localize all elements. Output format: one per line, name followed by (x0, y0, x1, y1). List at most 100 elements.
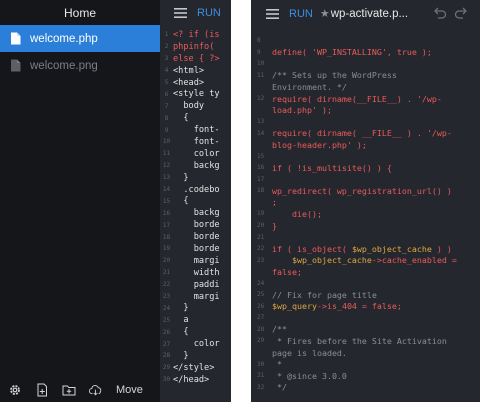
code-token: // Fix for page title (272, 289, 377, 300)
code-line: 30 </head> (160, 374, 231, 386)
code-text: </head> (173, 374, 210, 385)
code-text: color (173, 148, 220, 159)
file-name: welcome.php (30, 32, 98, 45)
line-number: 18 (162, 233, 171, 241)
code-token: Environment. */ (272, 81, 347, 92)
editor-toolbar: RUN (160, 0, 231, 25)
new-file-icon[interactable] (35, 383, 49, 397)
line-number: 1 (164, 31, 169, 39)
line-number: 15 (257, 152, 265, 160)
run-button[interactable]: RUN (289, 8, 313, 20)
hamburger-menu-icon[interactable] (266, 8, 279, 19)
line-number: 31 (257, 372, 265, 380)
line-number: 23 (162, 293, 171, 301)
line-number: 3 (164, 55, 169, 63)
code-line: 4 <html> (160, 65, 231, 77)
code-line: 3 else { ?> (160, 53, 231, 65)
code-text: a (173, 315, 189, 326)
code-line: blog-header.php' ); (251, 139, 480, 151)
line-number: 24 (162, 304, 171, 312)
code-token: ); (351, 139, 367, 150)
code-token: die(); (272, 208, 322, 219)
code-token: , true ); (386, 47, 432, 58)
code-line: 21 width (160, 267, 231, 279)
code-token: false; (272, 266, 302, 277)
code-token: * (272, 359, 282, 370)
drawer-header: Home (0, 0, 160, 25)
document-title: wp-activate.p... (330, 7, 409, 20)
line-number: 16 (257, 164, 265, 172)
code-line: 14 require( dirname( __FILE__ ) . '/wp- (251, 127, 480, 139)
code-token: page is loaded. (272, 347, 347, 358)
line-number: 21 (162, 269, 171, 277)
code-text: phpinfo( (173, 41, 215, 52)
code-line: 23 $wp_object_cache ->cache_enabled = (251, 254, 480, 266)
code-line: 15 (251, 150, 480, 162)
undo-icon[interactable] (432, 6, 447, 20)
code-line: 32 */ (251, 381, 480, 393)
line-number: 19 (162, 245, 171, 253)
line-number: 24 (257, 279, 265, 287)
line-number: 13 (162, 174, 171, 182)
code-line: 6 <style ty (160, 88, 231, 100)
code-line: 7 body (160, 100, 231, 112)
line-number: 11 (162, 150, 171, 158)
code-line: ; (251, 197, 480, 209)
unsaved-star-icon: ★ (319, 8, 330, 20)
line-number: 21 (257, 233, 265, 241)
file-drawer: Home welcome.php welcome.png Move (0, 0, 160, 402)
hamburger-menu-icon[interactable] (174, 7, 187, 18)
drawer-footer-toolbar: Move (0, 377, 168, 402)
code-line: 19 borde (160, 243, 231, 255)
code-editor[interactable]: 8 9 define( 'WP_INSTALLING', true ); 10 11 /*… (251, 35, 480, 393)
code-line: 29 </style> (160, 362, 231, 374)
line-number: 18 (257, 187, 265, 195)
line-number: 17 (257, 175, 265, 183)
line-number: 23 (257, 256, 265, 264)
code-editor[interactable]: 1 <? if (is 2 phpinfo(3 else { ?> 4 <html> 5 <he… (160, 29, 231, 386)
gear-icon[interactable] (8, 383, 22, 397)
code-text: borde (173, 243, 220, 254)
file-item-welcome-php[interactable]: welcome.php (0, 25, 160, 52)
code-token: ->cache_enabled = (371, 255, 457, 266)
code-line: 17 borde (160, 219, 231, 231)
move-button[interactable]: Move (116, 384, 143, 396)
code-line: 18 wp_redirect( wp_registration_url() ) (251, 185, 480, 197)
code-line: 12 backg (160, 160, 231, 172)
code-line: 22 if ( is_object( $wp_object_cache ) ) (251, 243, 480, 255)
code-token: * @since 3.0.0 (272, 370, 347, 381)
code-text: borde (173, 220, 220, 231)
code-line: 29 * Fires before the Site Activation (251, 335, 480, 347)
code-text: .codebo (173, 184, 220, 195)
line-number: 29 (162, 364, 171, 372)
code-line: 14 .codebo (160, 184, 231, 196)
code-line: 27 (251, 312, 480, 324)
code-text: <html> (173, 65, 205, 76)
code-line: 28 /** (251, 324, 480, 336)
redo-icon[interactable] (454, 6, 469, 20)
code-token: $wp_object_cache (351, 243, 432, 254)
file-item-welcome-png[interactable]: welcome.png (0, 52, 160, 79)
line-number: 10 (257, 60, 265, 68)
code-line: 16 backg (160, 207, 231, 219)
code-text: } (173, 350, 189, 361)
line-number: 19 (257, 210, 265, 218)
line-number: 25 (257, 291, 265, 299)
code-line: 22 paddi (160, 279, 231, 291)
code-line: page is loaded. (251, 347, 480, 359)
code-text: borde (173, 232, 220, 243)
run-button[interactable]: RUN (197, 7, 221, 19)
code-line: 28 } (160, 350, 231, 362)
line-number: 26 (257, 302, 265, 310)
new-folder-icon[interactable] (62, 383, 76, 397)
code-line: 20 margi (160, 255, 231, 267)
line-number: 14 (257, 129, 265, 137)
line-number: 22 (257, 245, 265, 253)
code-line: 25 a (160, 314, 231, 326)
cloud-download-icon[interactable] (89, 383, 103, 397)
code-line: 1 <? if (is (160, 29, 231, 41)
code-token: define( (272, 47, 312, 58)
code-line: 12 require( dirname(__FILE__) . '/wp- (251, 93, 480, 105)
line-number: 11 (257, 71, 265, 79)
code-text: { (173, 196, 189, 207)
